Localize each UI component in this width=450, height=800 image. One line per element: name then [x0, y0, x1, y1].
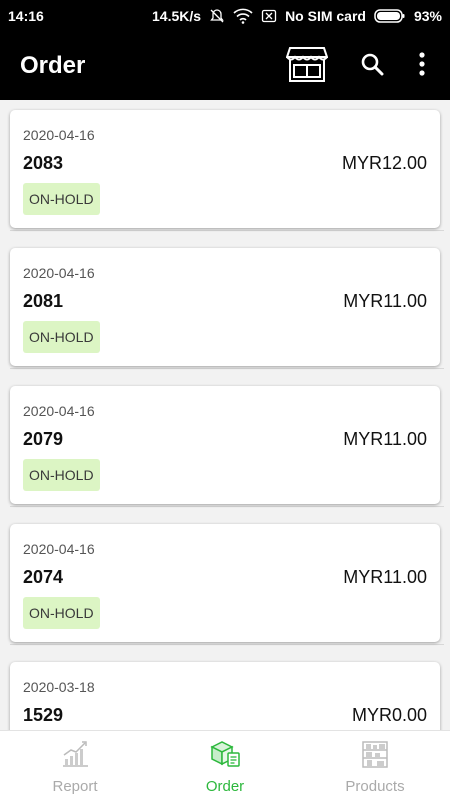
- store-button[interactable]: [285, 45, 329, 88]
- order-amount: MYR11.00: [343, 428, 427, 449]
- order-date: 2020-03-18: [23, 679, 95, 695]
- order-card-wrapper: 2020-04-16 2083 MYR12.00 ON-HOLD: [10, 110, 444, 231]
- page-title: Order: [20, 52, 86, 79]
- nav-item-products[interactable]: Products: [300, 731, 450, 800]
- battery-percent: 93%: [413, 8, 442, 24]
- chart-icon: [60, 739, 90, 774]
- store-icon: [285, 45, 329, 88]
- order-id: 2081: [23, 290, 64, 311]
- order-card-wrapper: 2020-04-16 2079 MYR11.00 ON-HOLD: [10, 386, 444, 507]
- nav-label-order: Order: [205, 778, 245, 795]
- order-card-wrapper: 2020-04-16 2074 MYR11.00 ON-HOLD: [10, 524, 444, 645]
- sim-status: No SIM card: [285, 8, 366, 24]
- nav-item-report[interactable]: Report: [0, 731, 150, 800]
- nav-item-order[interactable]: Order: [150, 731, 300, 800]
- order-id: 2074: [23, 566, 64, 587]
- order-card[interactable]: 2020-03-18 1529 MYR0.00: [10, 662, 440, 730]
- order-date: 2020-04-16: [23, 127, 95, 143]
- order-amount: MYR11.00: [343, 566, 427, 587]
- status-badge: ON-HOLD: [23, 459, 100, 491]
- order-card[interactable]: 2020-04-16 2074 MYR11.00 ON-HOLD: [10, 524, 440, 642]
- battery-icon: [374, 8, 406, 24]
- status-badge: ON-HOLD: [23, 597, 100, 629]
- nav-label-products: Products: [345, 778, 405, 795]
- order-date: 2020-04-16: [23, 403, 95, 419]
- search-button[interactable]: [358, 52, 386, 80]
- status-time: 14:16: [8, 8, 44, 24]
- order-card[interactable]: 2020-04-16 2083 MYR12.00 ON-HOLD: [10, 110, 440, 228]
- wifi-icon: [233, 8, 253, 24]
- bell-off-icon: [209, 8, 225, 24]
- order-card[interactable]: 2020-04-16 2081 MYR11.00 ON-HOLD: [10, 248, 440, 366]
- status-bar: 14:16 14.5K/s No SIM card 93%: [0, 0, 450, 32]
- order-id: 2083: [23, 152, 64, 173]
- order-card-wrapper: 2020-03-18 1529 MYR0.00: [10, 662, 444, 730]
- order-id: 1529: [23, 704, 64, 725]
- network-speed: 14.5K/s: [152, 8, 202, 24]
- order-card-wrapper: 2020-04-16 2081 MYR11.00 ON-HOLD: [10, 248, 444, 369]
- more-vert-icon: [419, 51, 425, 81]
- box-icon: [209, 739, 241, 774]
- order-card[interactable]: 2020-04-16 2079 MYR11.00 ON-HOLD: [10, 386, 440, 504]
- order-amount: MYR11.00: [343, 290, 427, 311]
- order-date: 2020-04-16: [23, 265, 95, 281]
- search-icon: [360, 52, 384, 81]
- bottom-nav: Report Order Products: [0, 730, 450, 800]
- order-list[interactable]: 2020-04-16 2083 MYR12.00 ON-HOLD 2020-04-16 2…: [0, 100, 450, 730]
- nav-label-report: Report: [52, 778, 98, 795]
- order-amount: MYR12.00: [341, 152, 427, 173]
- app-bar: Order: [0, 32, 450, 100]
- order-date: 2020-04-16: [23, 541, 95, 557]
- status-badge: ON-HOLD: [23, 321, 100, 353]
- order-amount: MYR0.00: [351, 704, 427, 725]
- order-id: 2079: [23, 428, 64, 449]
- no-sim-icon: [261, 8, 277, 24]
- shelves-icon: [360, 739, 390, 774]
- status-badge: ON-HOLD: [23, 183, 100, 215]
- more-options-button[interactable]: [414, 51, 430, 81]
